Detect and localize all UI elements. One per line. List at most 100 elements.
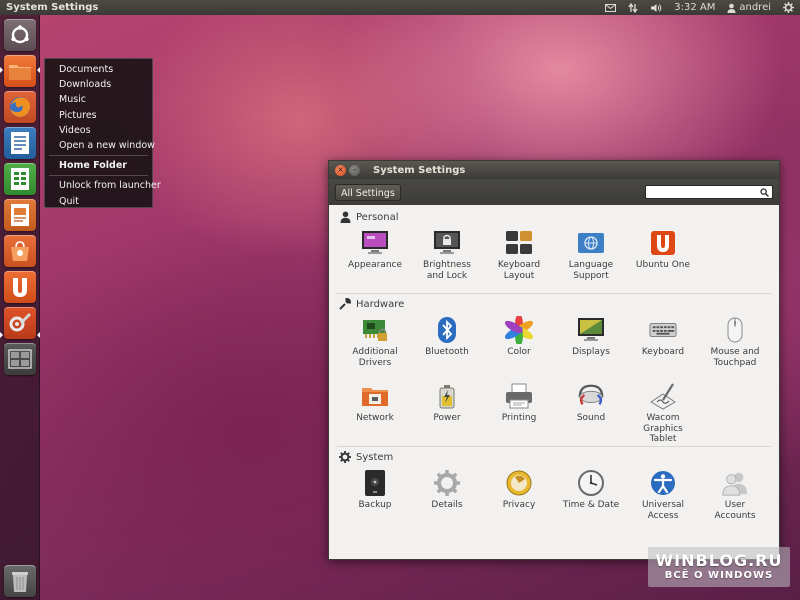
wacom-tablet-icon: [649, 382, 677, 410]
launcher-writer[interactable]: [4, 127, 36, 159]
settings-item-bluetooth[interactable]: Bluetooth: [411, 312, 483, 378]
launcher-firefox[interactable]: [4, 91, 36, 123]
settings-item-power[interactable]: Power: [411, 378, 483, 444]
details-gear-icon: [433, 469, 461, 497]
item-label: User Accounts: [714, 500, 756, 521]
watermark: WINBLOG.RU ВСЁ О WINDOWS: [648, 547, 790, 587]
ubuntu-one-icon: [13, 278, 27, 297]
settings-item-sound[interactable]: Sound: [555, 378, 627, 444]
settings-item-additional-drivers[interactable]: Additional Drivers: [339, 312, 411, 378]
quicklist-item-downloads[interactable]: Downloads: [45, 77, 152, 92]
window-titlebar[interactable]: × – System Settings: [329, 161, 779, 179]
brightness-lock-icon: [433, 229, 461, 257]
settings-item-printing[interactable]: Printing: [483, 378, 555, 444]
launcher-workspaces[interactable]: [4, 343, 36, 375]
writer-icon: [11, 132, 29, 154]
settings-item-details[interactable]: Details: [411, 465, 483, 531]
folder-icon: [9, 65, 31, 80]
minimize-icon: –: [352, 165, 357, 174]
section-personal: Personal Appearance Brightness and Lock: [337, 209, 771, 294]
quicklist-header-home-folder[interactable]: Home Folder: [45, 158, 152, 173]
section-title: System: [356, 451, 394, 463]
item-grid: Backup Details Privacy Time & Date Unive…: [337, 465, 771, 531]
active-app-title: System Settings: [6, 2, 99, 13]
settings-item-wacom-tablet[interactable]: Wacom Graphics Tablet: [627, 378, 699, 444]
sound-icon: [577, 382, 605, 410]
power-gear-icon[interactable]: [783, 2, 794, 13]
settings-item-appearance[interactable]: Appearance: [339, 225, 411, 291]
settings-item-brightness-lock[interactable]: Brightness and Lock: [411, 225, 483, 291]
item-grid: Additional Drivers Bluetooth Color Displ…: [337, 312, 771, 444]
launcher-calc[interactable]: [4, 163, 36, 195]
item-label: Power: [433, 413, 461, 423]
launcher-dash-home[interactable]: [4, 19, 36, 51]
section-header: Hardware: [337, 296, 771, 312]
search-input[interactable]: [650, 186, 760, 198]
item-label: Keyboard: [641, 347, 685, 357]
section-hardware: Hardware Additional Drivers Bluetooth Co…: [337, 296, 771, 447]
item-label: Network: [356, 413, 394, 423]
window-title: System Settings: [373, 164, 466, 176]
quicklist-item-music[interactable]: Music: [45, 92, 152, 107]
search-box[interactable]: [645, 185, 773, 199]
network-arrows-icon[interactable]: [628, 2, 638, 13]
launcher-home-folder[interactable]: [4, 55, 36, 87]
item-label: Keyboard Layout: [497, 260, 541, 281]
settings-item-language-support[interactable]: Language Support: [555, 225, 627, 291]
settings-item-backup[interactable]: Backup: [339, 465, 411, 531]
close-button[interactable]: ×: [335, 164, 346, 176]
launcher-software-center[interactable]: [4, 235, 36, 267]
quicklist-separator: [49, 155, 148, 157]
section-system: System Backup Details Privacy Time & Dat…: [337, 449, 771, 533]
quicklist-item-documents[interactable]: Documents: [45, 62, 152, 77]
workspaces-icon: [8, 349, 32, 369]
user-indicator[interactable]: andrei: [727, 2, 771, 13]
language-support-icon: [577, 229, 605, 257]
calc-icon: [11, 168, 29, 190]
item-label: Ubuntu One: [635, 260, 691, 270]
settings-item-keyboard[interactable]: Keyboard: [627, 312, 699, 378]
launcher-ubuntu-one[interactable]: [4, 271, 36, 303]
keyboard-layout-icon: [505, 229, 533, 257]
settings-wrench-icon: [9, 313, 31, 332]
launcher-trash[interactable]: [4, 565, 36, 597]
quicklist-item-quit[interactable]: Quit: [45, 194, 152, 209]
settings-item-keyboard-layout[interactable]: Keyboard Layout: [483, 225, 555, 291]
launcher-impress[interactable]: [4, 199, 36, 231]
quicklist-item-videos[interactable]: Videos: [45, 123, 152, 138]
focused-indicator: [37, 67, 40, 73]
settings-item-time-date[interactable]: Time & Date: [555, 465, 627, 531]
settings-item-mouse-touchpad[interactable]: Mouse and Touchpad: [699, 312, 771, 378]
settings-item-user-accounts[interactable]: User Accounts: [699, 465, 771, 531]
minimize-button[interactable]: –: [349, 164, 360, 176]
clock-icon: [577, 469, 605, 497]
item-label: Privacy: [502, 500, 536, 510]
launcher: [0, 15, 40, 600]
mail-icon[interactable]: [605, 3, 617, 12]
impress-icon: [11, 204, 29, 226]
item-label: Mouse and Touchpad: [710, 347, 760, 368]
indicator-area: 3:32 AM andrei: [605, 2, 794, 13]
settings-item-privacy[interactable]: Privacy: [483, 465, 555, 531]
section-title: Personal: [356, 211, 399, 223]
item-label: Bluetooth: [425, 347, 469, 357]
settings-item-network[interactable]: Network: [339, 378, 411, 444]
additional-drivers-icon: [361, 316, 389, 344]
item-label: Time & Date: [562, 500, 620, 510]
settings-item-displays[interactable]: Displays: [555, 312, 627, 378]
quicklist-item-pictures[interactable]: Pictures: [45, 108, 152, 123]
item-label: Language Support: [568, 260, 614, 281]
launcher-system-settings[interactable]: [4, 307, 36, 339]
quicklist-item-new-window[interactable]: Open a new window: [45, 138, 155, 153]
volume-icon[interactable]: [650, 3, 662, 13]
settings-item-universal-access[interactable]: Universal Access: [627, 465, 699, 531]
settings-item-color[interactable]: Color: [483, 312, 555, 378]
all-settings-button[interactable]: All Settings: [335, 183, 401, 201]
settings-item-ubuntu-one[interactable]: Ubuntu One: [627, 225, 699, 291]
window-toolbar: All Settings: [329, 179, 779, 205]
quicklist-item-unlock[interactable]: Unlock from launcher: [45, 178, 161, 193]
running-indicator: [0, 332, 3, 338]
clock-indicator[interactable]: 3:32 AM: [674, 2, 715, 13]
item-label: Backup: [358, 500, 392, 510]
close-icon: ×: [337, 165, 344, 174]
